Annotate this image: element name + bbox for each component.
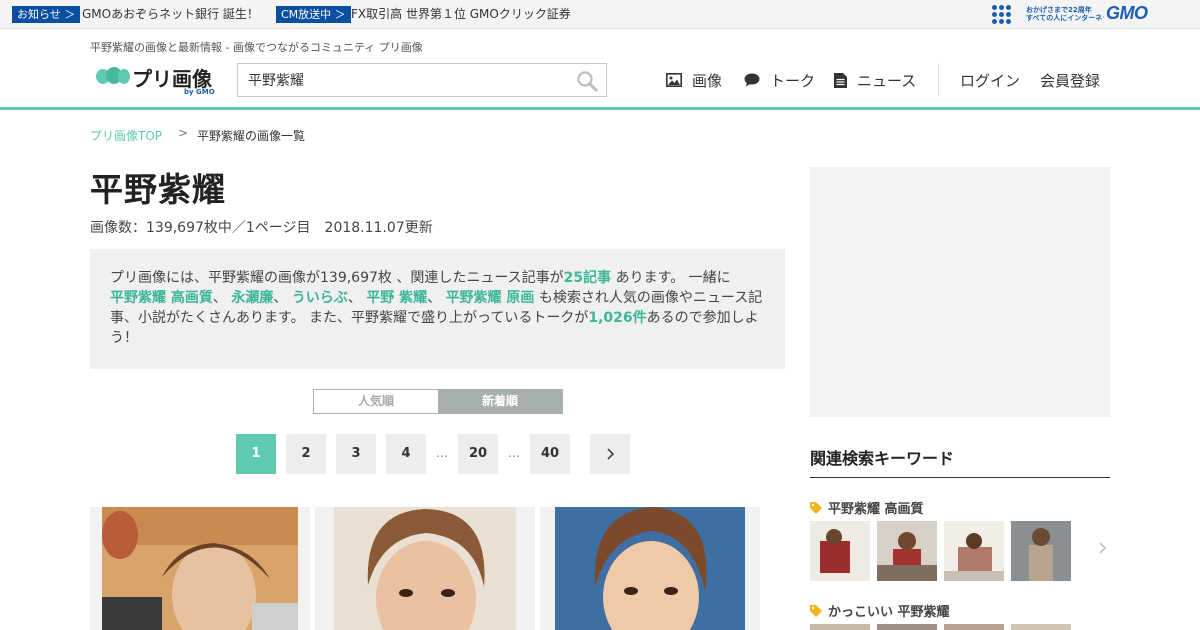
site-logo[interactable]: プリ画像 by GMO: [96, 64, 226, 96]
photo: [555, 507, 745, 630]
document-icon: [834, 72, 847, 88]
chevron-right-icon[interactable]: [1097, 541, 1107, 555]
gmo-tag-line1: おかげさまで22周年: [1026, 6, 1092, 14]
desc-text-2: あります。 一緒に: [615, 270, 731, 286]
register-link[interactable]: 会員登録: [1040, 70, 1100, 90]
nav-divider: [938, 63, 939, 95]
related-keyword-link[interactable]: 平野紫耀 高画質: [810, 498, 924, 517]
login-link[interactable]: ログイン: [960, 70, 1020, 90]
ad-placeholder: [810, 167, 1110, 417]
page-button[interactable]: 2: [286, 434, 326, 474]
gmo-logo[interactable]: GMO: [1106, 3, 1148, 24]
image-meta: 画像数：139,697枚中／1ページ目 2018.11.07更新: [90, 217, 433, 237]
related-thumbnail[interactable]: [877, 521, 937, 581]
related-thumbnail[interactable]: [877, 624, 937, 630]
desc-text-1: プリ画像には、平野紫耀の画像が139,697枚 、関連したニュース記事が: [110, 270, 564, 286]
gmo-services-grid-icon[interactable]: [992, 5, 1011, 24]
keyword-link[interactable]: 平野紫耀 原画: [446, 290, 535, 306]
site-header: 平野紫耀の画像と最新情報 - 画像でつながるコミュニティ プリ画像 プリ画像 b…: [0, 29, 1200, 110]
breadcrumb-separator: >: [178, 126, 189, 140]
tag-icon: [810, 604, 822, 617]
image-thumbnail[interactable]: [540, 507, 760, 630]
page-button[interactable]: 20: [458, 434, 498, 474]
tag-icon: [810, 501, 822, 514]
cm-badge[interactable]: CM放送中 ＞: [276, 6, 351, 23]
gmo-click-link[interactable]: FX取引高 世界第１位 GMOクリック証券: [351, 6, 571, 23]
related-thumbnail[interactable]: [810, 521, 870, 581]
page-button[interactable]: 40: [530, 434, 570, 474]
nav-talk-label: トーク: [770, 71, 816, 90]
nav-images[interactable]: 画像: [666, 70, 722, 90]
related-thumbnail[interactable]: [1011, 624, 1071, 630]
keyword-link[interactable]: ういらぶ: [292, 290, 348, 306]
keyword-link[interactable]: 平野 紫耀: [366, 290, 427, 306]
nav-images-label: 画像: [692, 71, 723, 90]
sort-tabs: 人気順 新着順: [313, 389, 563, 414]
desc-separator: 、: [427, 290, 442, 306]
page-button[interactable]: 4: [386, 434, 426, 474]
gmo-tag-line2: すべての人にインターネット: [1026, 14, 1104, 22]
news-badge[interactable]: お知らせ ＞: [12, 6, 81, 23]
nav-talk[interactable]: トーク: [744, 70, 815, 90]
photo: [334, 507, 516, 630]
related-keyword-link[interactable]: かっこいい 平野紫耀: [810, 601, 950, 620]
pagination-ellipsis: …: [436, 446, 448, 460]
search-input[interactable]: [237, 63, 607, 97]
breadcrumb-current: 平野紫耀の画像一覧: [197, 129, 306, 143]
search-icon[interactable]: [576, 70, 598, 92]
gmo-top-bar: お知らせ ＞ GMOあおぞらネット銀行 誕生！ CM放送中 ＞ FX取引高 世界…: [0, 0, 1200, 29]
page-title: 平野紫耀: [90, 170, 226, 209]
sort-popular-tab[interactable]: 人気順: [314, 390, 438, 413]
related-thumbnail[interactable]: [1011, 521, 1071, 581]
keyword-link[interactable]: 平野紫耀 高画質: [110, 290, 213, 306]
news-count-link[interactable]: 25記事: [564, 270, 611, 286]
image-thumbnail[interactable]: [90, 507, 310, 630]
sort-newest-tab[interactable]: 新着順: [438, 390, 562, 413]
photo: [102, 507, 298, 630]
description-box: プリ画像には、平野紫耀の画像が139,697枚 、関連したニュース記事が25記事…: [90, 249, 785, 369]
chevron-right-icon: [607, 448, 615, 460]
related-keyword-label: かっこいい 平野紫耀: [828, 605, 950, 620]
talk-count-link[interactable]: 1,026件: [588, 310, 646, 326]
related-thumbnail[interactable]: [810, 624, 870, 630]
desc-separator: 、: [212, 290, 227, 306]
desc-separator: 、: [347, 290, 362, 306]
nav-news[interactable]: ニュース: [834, 70, 916, 90]
logo-blob-icon-3: [118, 69, 130, 84]
related-thumbnail[interactable]: [944, 624, 1004, 630]
related-keywords-divider: [810, 477, 1110, 478]
nav-news-label: ニュース: [857, 71, 917, 90]
image-icon: [666, 73, 682, 87]
desc-separator: 、: [273, 290, 288, 306]
chat-bubble-icon: [744, 73, 760, 87]
keyword-link[interactable]: 永瀬廉: [231, 290, 273, 306]
next-page-button[interactable]: [590, 434, 630, 474]
image-thumbnail[interactable]: [315, 507, 535, 630]
updated-date: 2018.11.07更新: [324, 220, 433, 236]
image-count: 画像数：139,697枚中／1ページ目: [90, 220, 311, 236]
logo-by-gmo: by GMO: [184, 88, 215, 96]
page-button[interactable]: 1: [236, 434, 276, 474]
pagination-ellipsis: …: [508, 446, 520, 460]
gmo-bank-link[interactable]: GMOあおぞらネット銀行 誕生！: [82, 6, 259, 23]
breadcrumb-top-link[interactable]: プリ画像TOP: [90, 127, 162, 144]
related-thumbnail[interactable]: [944, 521, 1004, 581]
related-keyword-label: 平野紫耀 高画質: [828, 502, 924, 517]
related-keywords-title: 関連検索キーワード: [810, 449, 955, 468]
site-tagline: 平野紫耀の画像と最新情報 - 画像でつながるコミュニティ プリ画像: [90, 41, 423, 54]
gmo-anniversary-tag: おかげさまで22周年 すべての人にインターネット: [1026, 6, 1104, 22]
page-button[interactable]: 3: [336, 434, 376, 474]
